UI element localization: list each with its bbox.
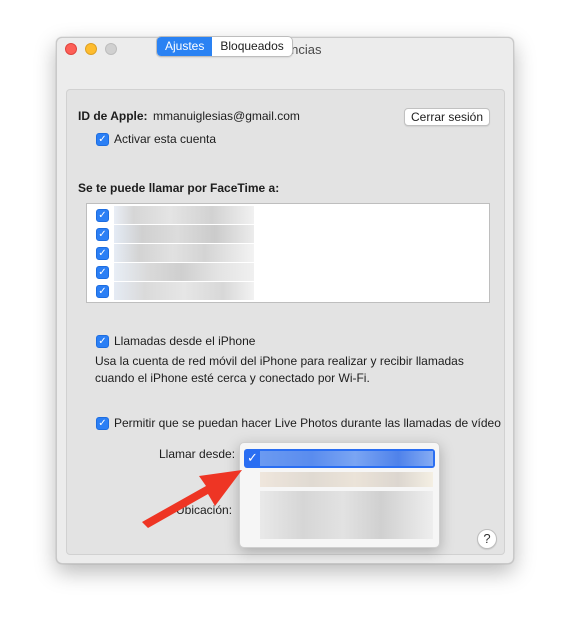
sign-out-button[interactable]: Cerrar sesión: [404, 108, 490, 126]
iphone-calls-label: Llamadas desde el iPhone: [114, 334, 256, 348]
address-1-redacted: [114, 206, 254, 224]
red-arrow-annotation: [142, 470, 242, 528]
call-from-dropdown-menu[interactable]: ✓: [239, 442, 440, 548]
iphone-calls-description: Usa la cuenta de red móvil del iPhone pa…: [95, 354, 464, 385]
address-4-redacted: [114, 263, 254, 281]
address-4-checkbox[interactable]: ✓: [96, 266, 109, 279]
dropdown-item-1-redacted: [260, 451, 433, 466]
address-3-checkbox[interactable]: ✓: [96, 247, 109, 260]
enable-account-checkbox[interactable]: ✓: [96, 133, 109, 146]
dropdown-item-3-redacted: [260, 491, 433, 539]
address-5-checkbox[interactable]: ✓: [96, 285, 109, 298]
apple-id-label: ID de Apple:: [78, 109, 148, 123]
help-button[interactable]: ?: [477, 529, 497, 549]
dropdown-item-3[interactable]: [244, 489, 435, 541]
facetime-heading: Se te puede llamar por FaceTime a:: [78, 181, 280, 195]
facetime-address-list[interactable]: ✓ ✓ ✓ ✓ ✓: [86, 203, 490, 303]
call-from-label: Llamar desde:: [159, 447, 236, 461]
tab-bloqueados[interactable]: Bloqueados: [212, 37, 291, 56]
dropdown-selected-item[interactable]: ✓: [244, 449, 435, 468]
address-2-checkbox[interactable]: ✓: [96, 228, 109, 241]
dropdown-item-2[interactable]: [244, 470, 435, 489]
address-3-redacted: [114, 244, 254, 262]
address-2-redacted: [114, 225, 254, 243]
address-5-redacted: [114, 282, 254, 300]
enable-account-label: Activar esta cuenta: [114, 132, 217, 146]
address-1-checkbox[interactable]: ✓: [96, 209, 109, 222]
tab-ajustes[interactable]: Ajustes: [157, 37, 213, 56]
live-photos-label: Permitir que se puedan hacer Live Photos…: [114, 416, 501, 430]
apple-id-email: mmanuiglesias@gmail.com: [153, 109, 300, 123]
dropdown-item-2-redacted: [260, 472, 433, 487]
iphone-calls-checkbox[interactable]: ✓: [96, 335, 109, 348]
tab-bar: Ajustes Bloqueados: [156, 36, 293, 57]
live-photos-checkbox[interactable]: ✓: [96, 417, 109, 430]
